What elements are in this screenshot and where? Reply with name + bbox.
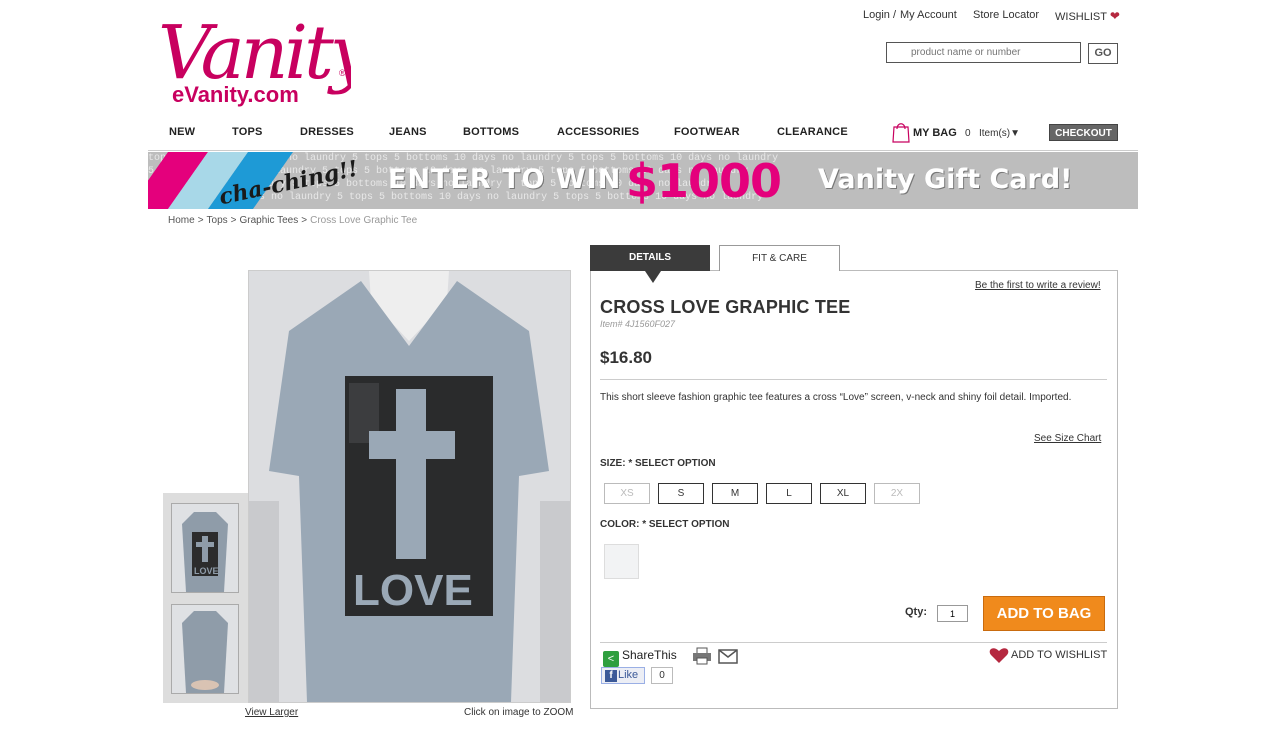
qty-label: Qty:	[905, 606, 927, 618]
heart-icon[interactable]	[989, 646, 1009, 669]
search-input[interactable]	[886, 42, 1081, 63]
breadcrumb-tops[interactable]: Tops	[207, 215, 228, 226]
svg-text:eVanity.com: eVanity.com	[172, 82, 299, 107]
thumbnail-back[interactable]	[171, 604, 239, 694]
size-option-xl[interactable]: XL	[820, 483, 866, 504]
breadcrumb: Home > Tops > Graphic Tees > Cross Love Graphi…	[168, 215, 418, 226]
tab-fit-care[interactable]: FIT & CARE	[719, 245, 840, 271]
size-option-s[interactable]: S	[658, 483, 704, 504]
my-account-link[interactable]: My Account	[900, 9, 957, 21]
product-title: CROSS LOVE GRAPHIC TEE	[600, 297, 851, 317]
svg-text:LOVE: LOVE	[194, 566, 219, 576]
facebook-like-button[interactable]: f Like	[601, 667, 645, 684]
nav-item-new[interactable]: NEW	[169, 126, 195, 138]
shopping-bag-icon[interactable]	[892, 121, 910, 148]
vanity-logo[interactable]: Vanity eVanity.com ®	[156, 6, 377, 108]
svg-text:®: ®	[339, 68, 346, 78]
store-locator-link[interactable]: Store Locator	[973, 9, 1039, 21]
login-link[interactable]: Login /	[863, 9, 896, 21]
qty-input[interactable]	[937, 605, 968, 622]
share-icon: <	[603, 651, 619, 667]
color-label: COLOR: * SELECT OPTION	[600, 519, 730, 530]
nav-item-footwear[interactable]: FOOTWEAR	[674, 126, 740, 138]
zoom-hint: Click on image to ZOOM	[464, 707, 574, 718]
thumbnail-front[interactable]: LOVE	[171, 503, 239, 593]
banner-card-text: Vanity Gift Card!	[818, 164, 1073, 195]
color-swatch[interactable]	[604, 544, 639, 579]
banner-enter-text: ENTER TO WIN	[388, 164, 622, 195]
write-review-link[interactable]: Be the first to write a review!	[975, 280, 1101, 291]
facebook-like-label: Like	[618, 669, 639, 681]
search-go-button[interactable]: GO	[1088, 43, 1118, 64]
tab-details[interactable]: DETAILS	[590, 245, 710, 271]
nav-item-accessories[interactable]: ACCESSORIES	[557, 126, 639, 138]
breadcrumb-current: Cross Love Graphic Tee	[310, 215, 418, 226]
sharethis-button[interactable]: < ShareThis	[603, 648, 677, 667]
bag-items-dropdown[interactable]: Item(s)▼	[979, 128, 1020, 139]
banner-amount: $1000	[626, 154, 782, 208]
product-main-image[interactable]: LOVE	[248, 270, 571, 703]
share-divider	[600, 642, 1107, 643]
add-to-wishlist-link[interactable]: ADD TO WISHLIST	[1011, 649, 1107, 661]
size-label: SIZE: * SELECT OPTION	[600, 458, 716, 469]
nav-item-dresses[interactable]: DRESSES	[300, 126, 354, 138]
checkout-button[interactable]: CHECKOUT	[1049, 124, 1118, 141]
svg-text:LOVE: LOVE	[353, 566, 473, 615]
bag-count: 0	[965, 128, 971, 139]
thumbnail-panel: LOVE	[163, 493, 249, 703]
size-option-xs[interactable]: XS	[604, 483, 650, 504]
product-price: $16.80	[600, 348, 652, 367]
breadcrumb-home[interactable]: Home	[168, 215, 195, 226]
promo-banner[interactable]: tops 5 bottoms 10 days no laundry 5 tops…	[148, 152, 1138, 209]
view-larger-link[interactable]: View Larger	[245, 707, 298, 718]
nav-divider	[148, 150, 1138, 151]
size-option-2x[interactable]: 2X	[874, 483, 920, 504]
wishlist-link[interactable]: WISHLIST ❤	[1055, 9, 1120, 23]
facebook-like-count: 0	[651, 667, 673, 684]
price-divider	[600, 379, 1107, 380]
print-icon[interactable]	[692, 647, 712, 670]
nav-item-bottoms[interactable]: BOTTOMS	[463, 126, 519, 138]
nav-item-clearance[interactable]: CLEARANCE	[777, 126, 848, 138]
active-tab-arrow	[645, 271, 661, 283]
breadcrumb-graphic-tees[interactable]: Graphic Tees	[240, 215, 299, 226]
add-to-bag-button[interactable]: ADD TO BAG	[983, 596, 1105, 631]
item-number: Item# 4J1560F027	[600, 319, 676, 329]
size-option-l[interactable]: L	[766, 483, 812, 504]
nav-item-tops[interactable]: TOPS	[232, 126, 263, 138]
my-bag-link[interactable]: MY BAG	[913, 127, 957, 139]
product-description: This short sleeve fashion graphic tee fe…	[600, 392, 1072, 403]
size-chart-link[interactable]: See Size Chart	[1034, 433, 1101, 444]
email-icon[interactable]	[718, 649, 738, 669]
heart-icon: ❤	[1109, 9, 1120, 23]
sharethis-label: ShareThis	[622, 648, 677, 662]
nav-item-jeans[interactable]: JEANS	[389, 126, 427, 138]
facebook-icon: f	[605, 670, 617, 682]
wishlist-link-label: WISHLIST	[1055, 11, 1107, 23]
size-option-m[interactable]: M	[712, 483, 758, 504]
